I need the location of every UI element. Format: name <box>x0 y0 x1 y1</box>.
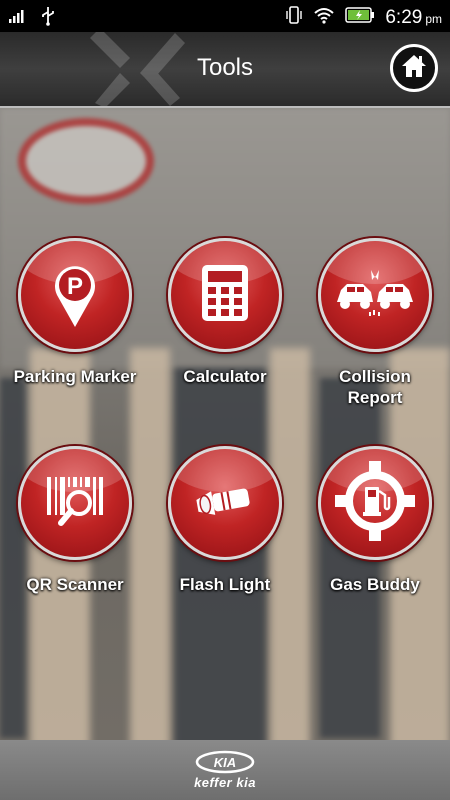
tool-label: Parking Marker <box>13 367 137 386</box>
svg-text:P: P <box>67 273 83 300</box>
calculator-icon <box>200 263 250 328</box>
parking-marker-button[interactable]: P <box>18 238 132 352</box>
tool-qr-scanner[interactable]: QR Scanner <box>0 446 150 595</box>
tool-flash-light[interactable]: Flash Light <box>150 446 300 595</box>
status-bar: 6:29 pm <box>0 0 450 32</box>
clock-ampm: pm <box>425 11 442 26</box>
tool-parking-marker[interactable]: P Parking Marker <box>0 238 150 387</box>
svg-text:KIA: KIA <box>214 755 236 770</box>
tool-label: QR Scanner <box>26 575 124 594</box>
footer-bar: KIA keffer kia <box>0 740 450 800</box>
wifi-icon <box>313 6 335 29</box>
home-button[interactable] <box>390 44 438 92</box>
battery-charging-icon <box>345 6 375 29</box>
tool-label: Flash Light <box>179 575 271 594</box>
calculator-button[interactable] <box>168 238 282 352</box>
gas-pump-icon <box>333 459 417 548</box>
usb-icon <box>40 6 56 31</box>
background-photo <box>0 108 450 740</box>
collision-report-button[interactable] <box>318 238 432 352</box>
flash-light-button[interactable] <box>168 446 282 560</box>
tool-label: Collision Report <box>339 367 411 407</box>
clock: 6:29 pm <box>385 7 442 29</box>
home-icon <box>400 53 428 84</box>
vibrate-icon <box>285 5 303 30</box>
page-title: Tools <box>196 54 254 81</box>
tool-calculator[interactable]: Calculator <box>150 238 300 387</box>
app-header: Tools <box>0 32 450 108</box>
flashlight-icon <box>195 481 255 526</box>
tool-label: Gas Buddy <box>330 575 420 594</box>
gas-buddy-button[interactable] <box>318 446 432 560</box>
signal-bars-icon <box>8 8 28 29</box>
car-collision-icon <box>333 266 417 325</box>
qr-scanner-button[interactable] <box>18 446 132 560</box>
qr-scanner-icon <box>45 473 105 534</box>
tool-collision-report[interactable]: Collision Report <box>300 238 450 408</box>
parking-pin-icon: P <box>47 257 103 334</box>
tool-gas-buddy[interactable]: Gas Buddy <box>300 446 450 595</box>
dealer-name: keffer kia <box>194 775 256 790</box>
clock-time: 6:29 <box>385 6 423 28</box>
tool-label: Calculator <box>183 367 267 386</box>
